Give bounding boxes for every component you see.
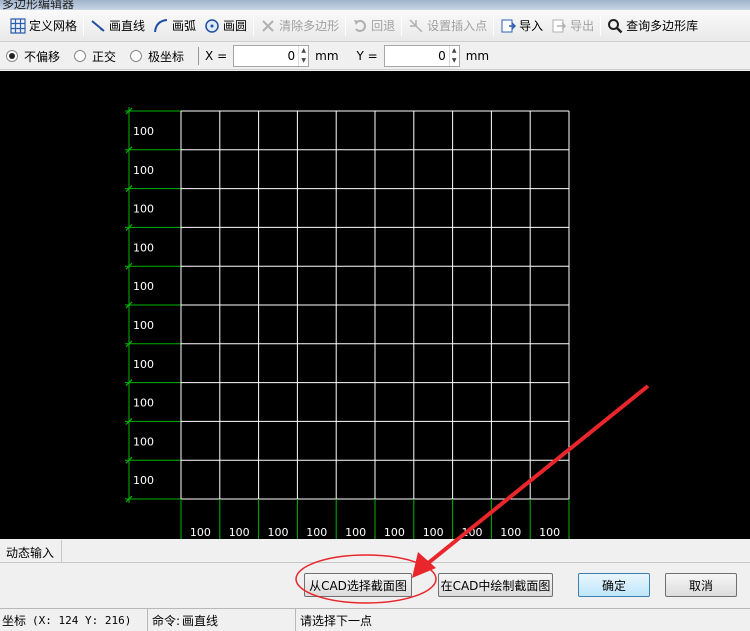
column-dimension-label: 100 — [268, 526, 289, 539]
import-icon — [501, 19, 517, 32]
export-icon — [552, 19, 567, 32]
clear-polygon-button[interactable]: 清除多边形 — [256, 14, 343, 38]
row-dimension-label: 100 — [133, 319, 154, 332]
undo-button[interactable]: 回退 — [348, 14, 399, 38]
insert-point-icon — [409, 18, 423, 33]
column-dimension-label: 100 — [384, 526, 405, 539]
radio-orthogonal[interactable]: 正交 — [74, 48, 116, 65]
search-icon — [608, 18, 623, 33]
draw-circle-button[interactable]: 画圆 — [200, 14, 251, 38]
toolbar-separator — [345, 15, 347, 36]
import-button[interactable]: 导入 — [496, 14, 547, 38]
radio-unselected-icon — [74, 50, 87, 62]
row-dimension-label: 100 — [133, 358, 154, 371]
ok-button[interactable]: 确定 — [578, 573, 650, 597]
status-coords-value: (X: 124 Y: 216) — [32, 613, 132, 627]
set-insert-point-button[interactable]: 设置插入点 — [404, 14, 491, 38]
status-prompt: 请选择下一点 — [300, 613, 373, 628]
grid-icon — [10, 17, 26, 34]
status-command: 命令: 画直线 — [148, 609, 296, 631]
chevron-down-icon: ▼ — [301, 57, 306, 64]
column-dimension-label: 100 — [306, 526, 327, 539]
toolbar: 定义网格 画直线 画弧 画圆 清除多边形 回退 设置插入点 导入 导出 查询多边… — [0, 10, 750, 42]
x-spin-arrows[interactable]: ▲ ▼ — [298, 46, 308, 66]
radio-unselected-icon — [130, 50, 143, 62]
column-dimension-label: 100 — [190, 526, 211, 539]
define-grid-button[interactable]: 定义网格 — [6, 14, 81, 38]
line-icon — [91, 19, 105, 32]
query-library-button[interactable]: 查询多边形库 — [603, 14, 702, 38]
coordinate-bar: 不偏移 正交 极坐标 X = 0 ▲ ▼ mm Y = 0 ▲ ▼ mm — [0, 43, 750, 70]
column-dimension-label: 100 — [500, 526, 521, 539]
button-area: 从CAD选择截面图 在CAD中绘制截面图 确定 取消 — [0, 562, 750, 608]
radio-polar[interactable]: 极坐标 — [130, 48, 184, 65]
y-label: Y = — [356, 49, 378, 63]
y-unit: mm — [465, 49, 490, 63]
title-bar: 多边形编辑器 — [0, 0, 750, 10]
y-value: 0 — [438, 49, 446, 63]
row-dimension-label: 100 — [133, 474, 154, 487]
row-dimension-label: 100 — [133, 164, 154, 177]
status-bar: 坐标 (X: 124 Y: 216) 命令: 画直线 请选择下一点 — [0, 608, 750, 631]
radio-selected-icon — [6, 50, 18, 62]
column-dimension-label: 100 — [462, 526, 483, 539]
select-from-cad-button[interactable]: 从CAD选择截面图 — [304, 573, 412, 597]
status-command-label: 命令: — [152, 613, 181, 628]
row-dimension-label: 100 — [133, 203, 154, 216]
column-dimension-label: 100 — [539, 526, 560, 539]
status-command-value: 画直线 — [182, 613, 219, 628]
circle-icon — [205, 18, 219, 33]
toolbar-separator — [253, 15, 255, 36]
y-stepper[interactable]: 0 ▲ ▼ — [383, 45, 460, 67]
draw-arc-button[interactable]: 画弧 — [149, 14, 200, 38]
x-label: X = — [205, 49, 228, 63]
row-dimension-label: 100 — [133, 397, 154, 410]
coord-separator — [198, 47, 200, 65]
row-dimension-label: 100 — [133, 435, 154, 448]
row-dimension-label: 100 — [133, 241, 154, 254]
undo-icon — [354, 19, 367, 32]
draw-line-button[interactable]: 画直线 — [86, 14, 149, 38]
toolbar-separator — [600, 15, 602, 36]
row-dimension-label: 100 — [133, 280, 154, 293]
column-dimension-label: 100 — [423, 526, 444, 539]
y-spin-arrows[interactable]: ▲ ▼ — [448, 46, 459, 66]
drawing-canvas[interactable]: 100 100 100 100 100 100 100 100 100 100 100 100 100 1… — [0, 71, 750, 539]
draw-in-cad-button[interactable]: 在CAD中绘制截面图 — [438, 573, 553, 597]
toolbar-separator — [401, 15, 403, 36]
grid-drawing[interactable]: 100 100 100 100 100 100 100 100 100 100 100 100 100 1… — [0, 71, 750, 539]
x-value: 0 — [287, 49, 296, 63]
export-button[interactable]: 导出 — [547, 14, 598, 38]
chevron-up-icon: ▲ — [451, 47, 457, 54]
chevron-up-icon: ▲ — [301, 47, 306, 54]
column-dimension-label: 100 — [345, 526, 366, 539]
status-coords-label: 坐标 — [2, 613, 27, 628]
arc-icon — [154, 18, 168, 32]
clear-icon — [262, 19, 274, 32]
x-unit: mm — [315, 49, 339, 63]
x-stepper[interactable]: 0 ▲ ▼ — [233, 45, 310, 67]
window-title: 多边形编辑器 — [2, 0, 75, 10]
row-dimension-label: 100 — [133, 125, 154, 138]
status-coords: 坐标 (X: 124 Y: 216) — [0, 609, 148, 631]
cancel-button[interactable]: 取消 — [665, 573, 737, 597]
toolbar-separator — [83, 15, 85, 36]
column-dimension-label: 100 — [229, 526, 250, 539]
toolbar-separator — [493, 15, 495, 36]
dynamic-input-label: 动态输入 — [0, 540, 62, 562]
chevron-down-icon: ▼ — [451, 57, 457, 64]
radio-no-offset[interactable]: 不偏移 — [6, 48, 60, 65]
